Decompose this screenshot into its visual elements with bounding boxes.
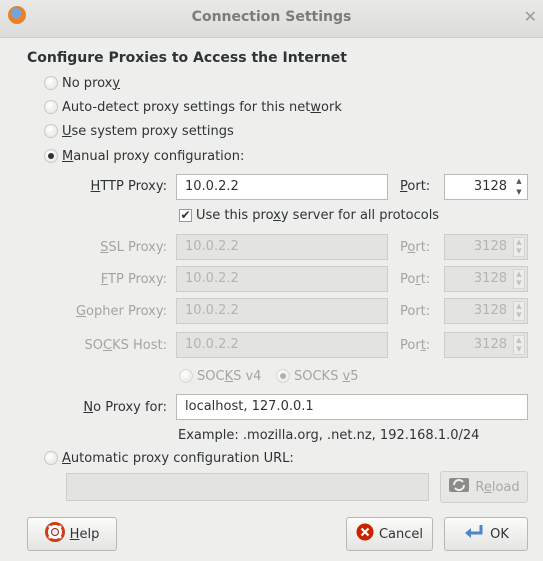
http-proxy-label: HTTP Proxy: bbox=[90, 179, 167, 194]
http-port-label: Port: bbox=[400, 179, 431, 194]
spin-down-icon[interactable]: ▼ bbox=[516, 345, 521, 354]
ftp-proxy-input[interactable]: 10.0.2.2 bbox=[176, 266, 388, 292]
button-label: Help bbox=[69, 526, 100, 542]
spin-down-icon[interactable]: ▼ bbox=[516, 247, 521, 256]
ok-button[interactable]: OK bbox=[444, 517, 528, 551]
radio-label: Auto-detect proxy settings for this netw… bbox=[62, 99, 342, 115]
ssl-port-spinner[interactable]: 3128 ▲ ▼ bbox=[444, 234, 528, 260]
radio-indicator[interactable] bbox=[44, 100, 58, 114]
socks-port-spinner[interactable]: 3128 ▲ ▼ bbox=[444, 332, 528, 358]
radio-no-proxy[interactable]: No proxy bbox=[44, 73, 120, 93]
spinner-value: 3128 bbox=[473, 303, 507, 318]
no-proxy-example: Example: .mozilla.org, .net.nz, 192.168.… bbox=[178, 428, 480, 443]
spinner-arrows[interactable]: ▲ ▼ bbox=[513, 177, 525, 197]
radio-auto-config-url[interactable]: Automatic proxy configuration URL: bbox=[44, 448, 294, 468]
ftp-port-spinner[interactable]: 3128 ▲ ▼ bbox=[444, 266, 528, 292]
checkbox-label: Use this proxy server for all protocols bbox=[196, 208, 440, 223]
help-button[interactable]: Help bbox=[27, 517, 117, 551]
spinner-value: 3128 bbox=[473, 337, 507, 352]
spinner-arrows[interactable]: ▲ ▼ bbox=[513, 269, 525, 289]
no-proxy-label: No Proxy for: bbox=[83, 400, 167, 415]
button-label: OK bbox=[490, 526, 509, 542]
ok-arrow-icon bbox=[463, 523, 485, 545]
spinner-arrows[interactable]: ▲ ▼ bbox=[513, 301, 525, 321]
spinner-arrows[interactable]: ▲ ▼ bbox=[513, 335, 525, 355]
spin-up-icon[interactable]: ▲ bbox=[516, 238, 521, 247]
help-lifebuoy-icon bbox=[44, 522, 65, 546]
window-title: Connection Settings bbox=[191, 9, 352, 25]
radio-socks-v4[interactable]: SOCKS v4 bbox=[179, 366, 261, 386]
gopher-port-spinner[interactable]: 3128 ▲ ▼ bbox=[444, 298, 528, 324]
auto-config-url-input[interactable] bbox=[66, 473, 429, 501]
button-label: Reload bbox=[475, 479, 520, 495]
gopher-port-label: Port: bbox=[400, 304, 431, 319]
spinner-value: 3128 bbox=[473, 239, 507, 254]
ftp-port-label: Port: bbox=[400, 272, 431, 287]
radio-indicator[interactable] bbox=[44, 76, 58, 90]
radio-label: SOCKS v4 bbox=[197, 368, 262, 384]
radio-system-proxy[interactable]: Use system proxy settings bbox=[44, 121, 234, 141]
close-icon[interactable]: ✕ bbox=[524, 7, 537, 26]
socks-host-input[interactable]: 10.0.2.2 bbox=[176, 332, 388, 358]
spin-up-icon[interactable]: ▲ bbox=[516, 302, 521, 311]
radio-indicator[interactable] bbox=[44, 451, 58, 465]
socks-port-label: Port: bbox=[400, 338, 431, 353]
spinner-value: 3128 bbox=[473, 179, 507, 194]
ssl-port-label: Port: bbox=[400, 240, 431, 255]
http-port-spinner[interactable]: 3128 ▲ ▼ bbox=[444, 174, 528, 200]
radio-label: Manual proxy configuration: bbox=[62, 148, 245, 164]
share-proxy-checkbox[interactable]: ✔ Use this proxy server for all protocols bbox=[179, 206, 439, 226]
ssl-proxy-input[interactable]: 10.0.2.2 bbox=[176, 234, 388, 260]
gopher-proxy-label: Gopher Proxy: bbox=[75, 304, 167, 319]
spin-down-icon[interactable]: ▼ bbox=[516, 311, 521, 320]
radio-label: No proxy bbox=[62, 75, 121, 91]
spinner-value: 3128 bbox=[473, 271, 507, 286]
cancel-icon bbox=[356, 523, 374, 545]
radio-socks-v5[interactable]: SOCKS v5 bbox=[276, 366, 358, 386]
radio-indicator[interactable] bbox=[44, 124, 58, 138]
spin-up-icon[interactable]: ▲ bbox=[516, 336, 521, 345]
ssl-proxy-label: SSL Proxy: bbox=[100, 240, 167, 255]
reload-icon bbox=[448, 475, 470, 499]
no-proxy-input[interactable]: localhost, 127.0.0.1 bbox=[176, 394, 528, 420]
checkbox-indicator[interactable]: ✔ bbox=[179, 209, 192, 222]
spin-down-icon[interactable]: ▼ bbox=[516, 279, 521, 288]
spin-down-icon[interactable]: ▼ bbox=[516, 188, 521, 197]
title-bar[interactable]: Connection Settings ✕ bbox=[0, 0, 543, 38]
spin-up-icon[interactable]: ▲ bbox=[516, 177, 521, 186]
radio-auto-detect[interactable]: Auto-detect proxy settings for this netw… bbox=[44, 97, 342, 117]
http-proxy-input[interactable]: 10.0.2.2 bbox=[176, 174, 388, 200]
section-heading: Configure Proxies to Access the Internet bbox=[27, 50, 347, 66]
cancel-button[interactable]: Cancel bbox=[346, 517, 433, 551]
spinner-arrows[interactable]: ▲ ▼ bbox=[513, 237, 525, 257]
ftp-proxy-label: FTP Proxy: bbox=[100, 272, 167, 287]
gopher-proxy-input[interactable]: 10.0.2.2 bbox=[176, 298, 388, 324]
spin-up-icon[interactable]: ▲ bbox=[516, 270, 521, 279]
button-label: Cancel bbox=[378, 526, 424, 542]
radio-label: Automatic proxy configuration URL: bbox=[62, 450, 294, 466]
reload-button[interactable]: Reload bbox=[440, 471, 528, 503]
radio-label: Use system proxy settings bbox=[62, 123, 234, 139]
radio-label: SOCKS v5 bbox=[294, 368, 359, 384]
radio-indicator[interactable] bbox=[276, 369, 290, 383]
socks-host-label: SOCKS Host: bbox=[84, 338, 167, 353]
radio-manual-proxy[interactable]: Manual proxy configuration: bbox=[44, 146, 244, 166]
radio-indicator[interactable] bbox=[44, 149, 58, 163]
radio-indicator[interactable] bbox=[179, 369, 193, 383]
